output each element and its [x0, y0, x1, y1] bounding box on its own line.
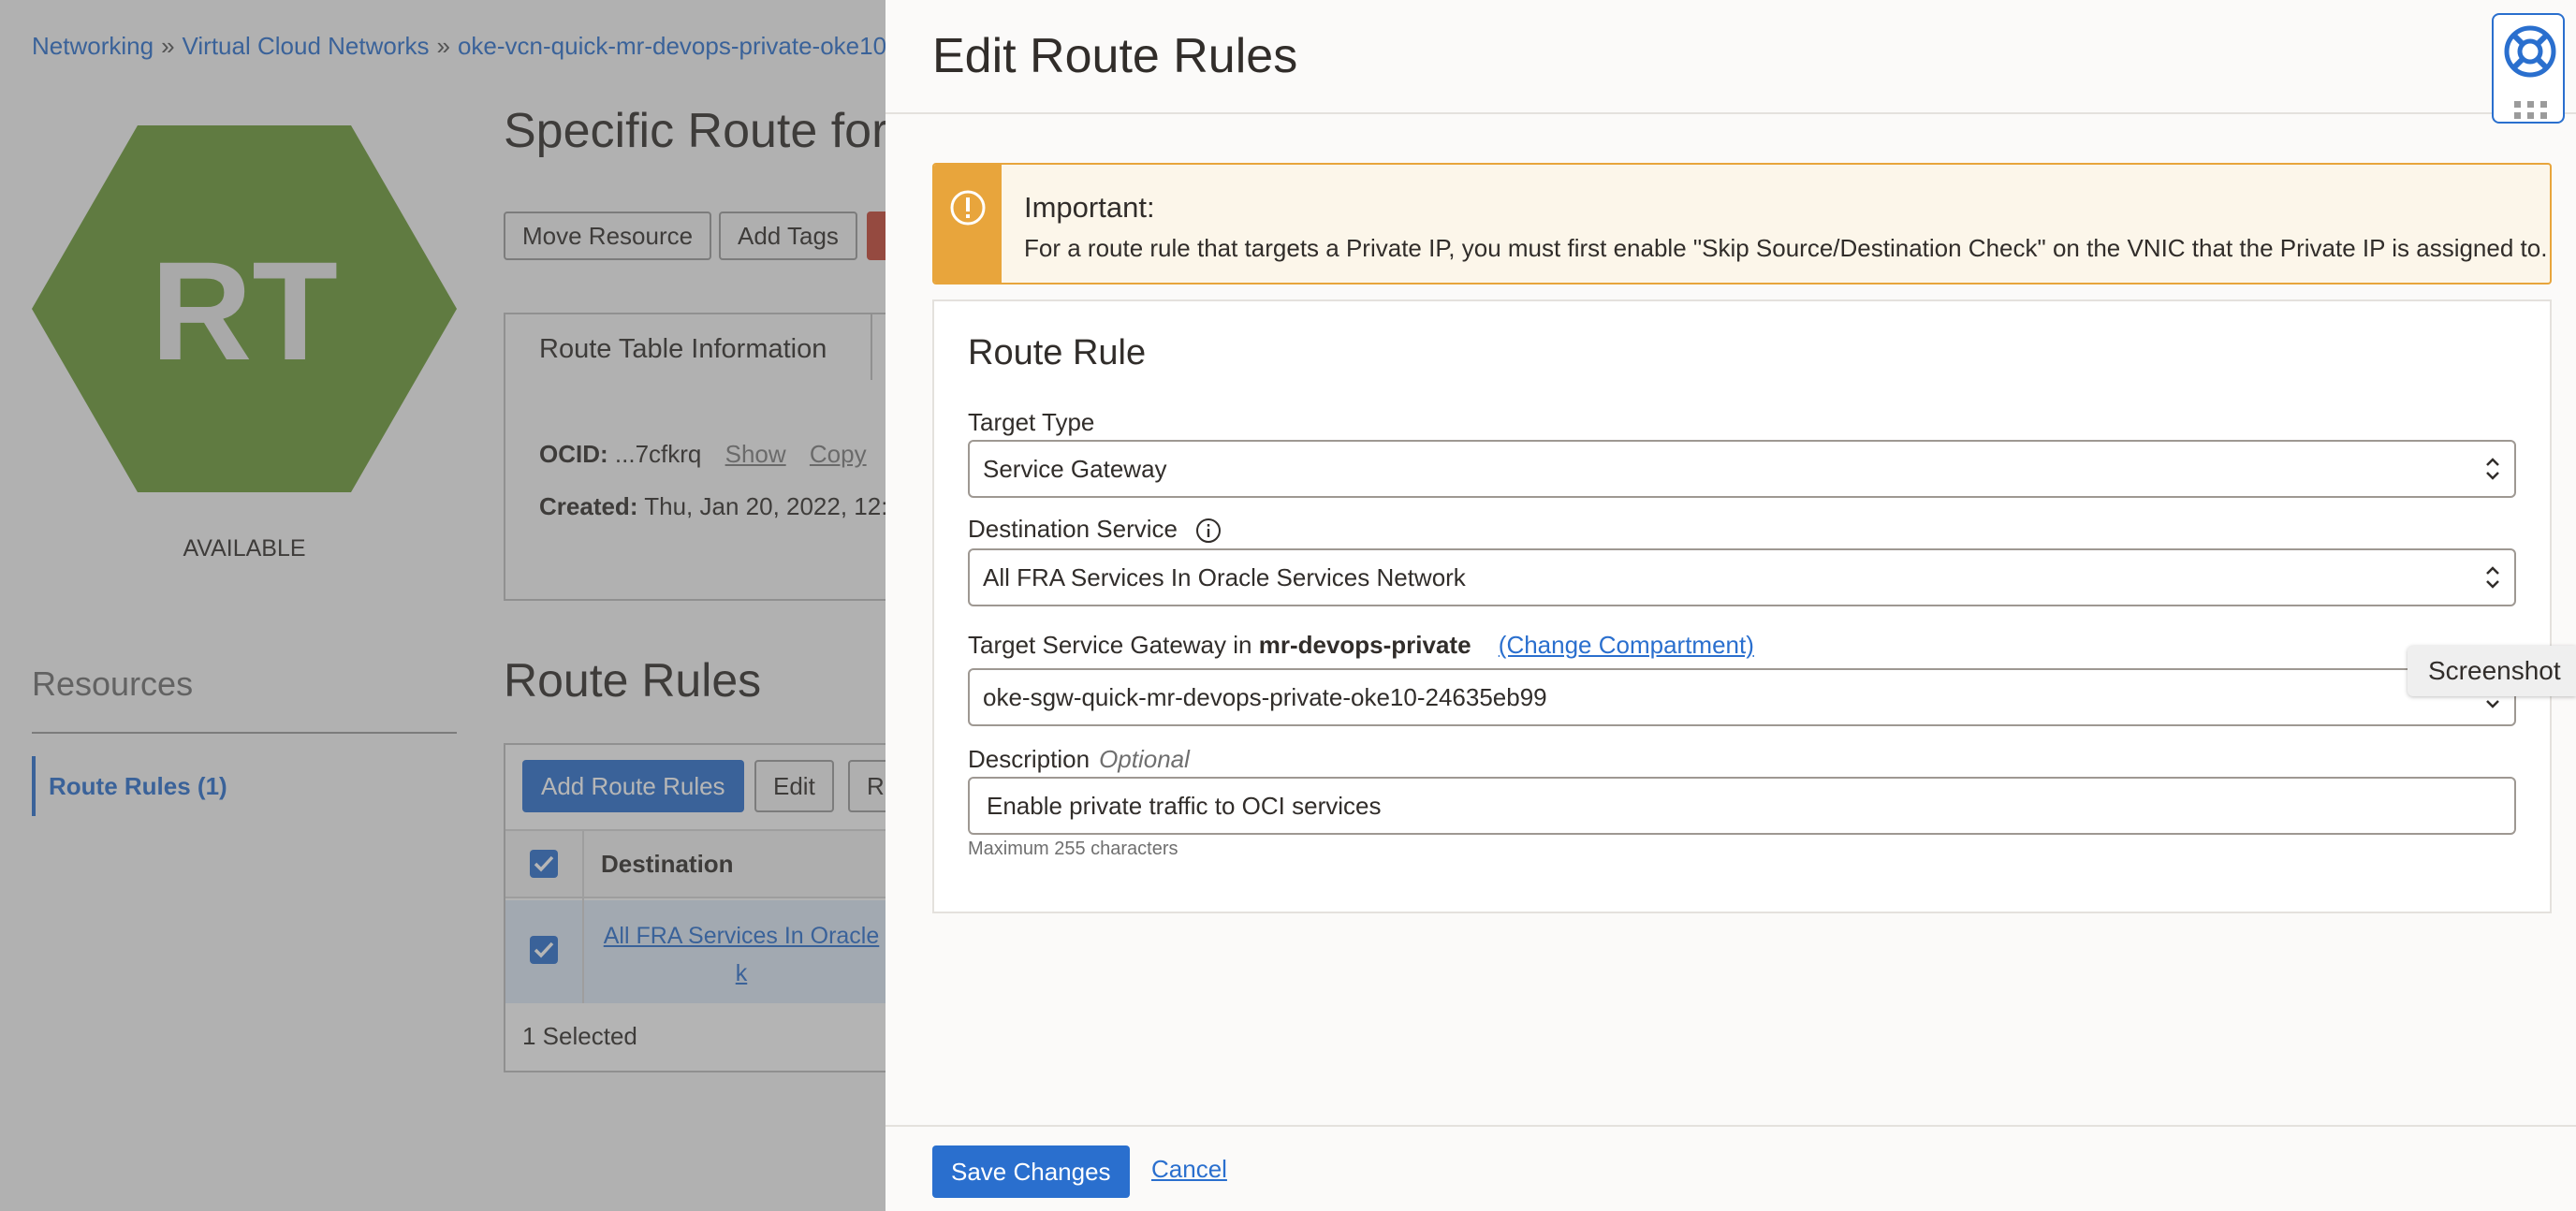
chevron-updown-icon: [2486, 566, 2499, 589]
description-optional: Optional: [1099, 745, 1190, 773]
alert-text: For a route rule that targets a Private …: [1024, 234, 2548, 262]
target-type-select[interactable]: Service Gateway: [968, 440, 2516, 498]
drawer-title: Edit Route Rules: [932, 29, 1298, 83]
change-compartment-link[interactable]: (Change Compartment): [1499, 631, 1754, 659]
description-input[interactable]: Enable private traffic to OCI services: [968, 777, 2516, 835]
target-type-label: Target Type: [968, 408, 1095, 436]
target-gateway-value: oke-sgw-quick-mr-devops-private-oke10-24…: [983, 683, 1547, 711]
destination-service-label-row: Destination Service: [968, 515, 1222, 544]
destination-service-select[interactable]: All FRA Services In Oracle Services Netw…: [968, 548, 2516, 606]
cancel-link[interactable]: Cancel: [1151, 1155, 1227, 1184]
description-hint: Maximum 255 characters: [968, 839, 1178, 859]
description-label-row: Description Optional: [968, 745, 1190, 774]
lifebuoy-icon: [2504, 25, 2556, 78]
drawer-footer: Save Changes Cancel: [886, 1125, 2576, 1211]
chevron-updown-icon: [2486, 458, 2499, 480]
destination-service-label: Destination Service: [968, 515, 1178, 543]
drawer-header: Edit Route Rules: [886, 0, 2576, 114]
route-rule-heading: Route Rule: [968, 333, 1147, 372]
info-icon[interactable]: [1195, 518, 1222, 544]
target-gateway-label-row: Target Service Gateway in mr-devops-priv…: [968, 631, 1754, 660]
screenshot-tooltip[interactable]: Screenshot: [2408, 646, 2576, 696]
target-gateway-label: Target Service Gateway in: [968, 631, 1252, 659]
alert-bar: [934, 165, 1002, 283]
route-rule-card: Route Rule Target Type Service Gateway D…: [932, 299, 2552, 913]
help-button[interactable]: [2492, 13, 2565, 124]
important-alert: Important: For a route rule that targets…: [932, 163, 2552, 285]
target-type-value: Service Gateway: [983, 455, 1167, 483]
modal-overlay[interactable]: [0, 0, 886, 1211]
target-gateway-select[interactable]: oke-sgw-quick-mr-devops-private-oke10-24…: [968, 668, 2516, 726]
save-changes-button[interactable]: Save Changes: [932, 1145, 1130, 1198]
target-gateway-compartment: mr-devops-private: [1258, 631, 1471, 659]
description-label: Description: [968, 745, 1090, 773]
grid-dots-icon: [2514, 101, 2547, 119]
alert-title: Important:: [1024, 191, 1155, 224]
edit-route-rules-drawer: Edit Route Rules Important: For a route …: [886, 0, 2576, 1211]
destination-service-value: All FRA Services In Oracle Services Netw…: [983, 563, 1466, 591]
warning-icon: [950, 190, 986, 226]
